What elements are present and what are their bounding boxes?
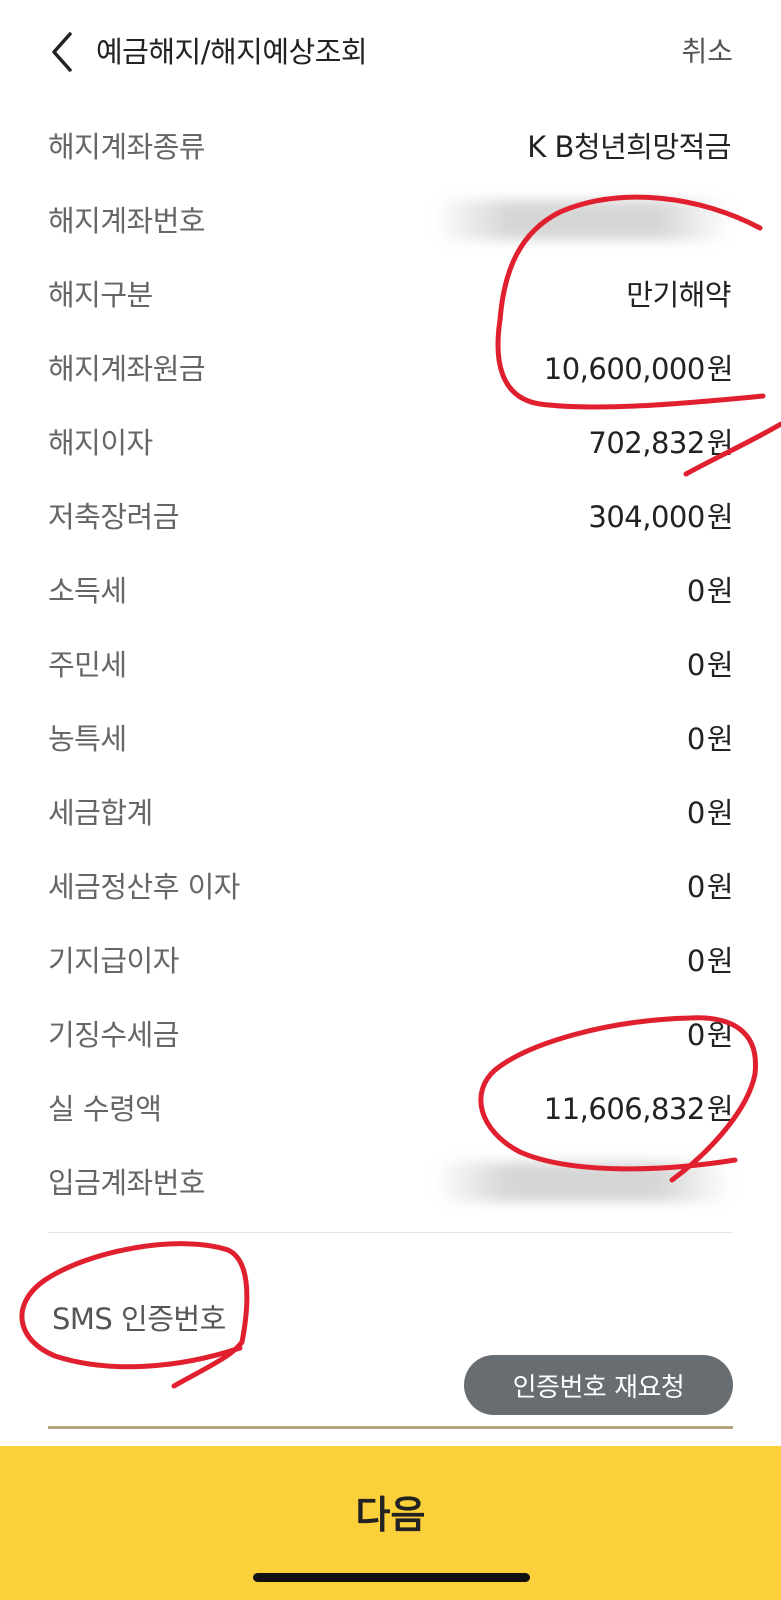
row-resident-tax: 주민세 0원 [48,626,734,700]
row-value: 0원 [686,944,734,978]
row-account-number: 해지계좌번호 [48,182,733,256]
row-value: 304,000원 [588,500,733,534]
row-withheld-tax: 기징수세금 0원 [48,996,734,1070]
home-indicator [253,1573,530,1582]
cancel-button[interactable]: 취소 [681,28,733,76]
row-label: 해지구분 [48,278,153,312]
row-label: 해지계좌원금 [48,352,206,386]
sms-code-label: SMS 인증번호 [52,1302,226,1336]
next-button-label: 다음 [355,1493,426,1537]
row-tax-total: 세금합계 0원 [48,774,734,848]
row-label: 해지계좌번호 [48,204,206,238]
page-title: 예금해지/해지예상조회 [96,35,368,69]
row-label: 농특세 [48,722,127,756]
row-value: K B청년희망적금 [527,130,731,164]
row-label: 소득세 [48,574,127,608]
row-value: 0원 [686,796,734,830]
redacted-value [433,200,733,240]
row-label: 주민세 [48,648,127,682]
row-label: 기징수세금 [48,1018,179,1052]
row-principal: 해지계좌원금 10,600,000원 [48,330,734,404]
row-label: 저축장려금 [48,500,179,534]
row-after-tax-interest: 세금정산후 이자 0원 [48,848,734,922]
divider [48,1232,733,1233]
row-income-tax: 소득세 0원 [48,552,734,626]
row-value: 0원 [686,722,734,756]
row-label: 입금계좌번호 [48,1166,206,1200]
row-label: 기지급이자 [48,944,179,978]
chevron-left-icon [52,32,72,72]
row-value: 10,600,000원 [543,352,734,386]
row-value: 0원 [686,648,734,682]
row-value: 702,832원 [588,426,733,460]
resend-code-button[interactable]: 인증번호 재요청 [464,1355,733,1415]
row-label: 해지이자 [48,426,153,460]
redacted-value [433,1162,733,1202]
row-termination-type: 해지구분 만기해약 [48,256,733,330]
row-net-amount: 실 수령액 11,606,832원 [48,1070,734,1144]
row-account-type: 해지계좌종류 K B청년희망적금 [48,108,733,182]
detail-list: 해지계좌종류 K B청년희망적금 해지계좌번호 해지구분 만기해약 해지계좌원금… [48,108,734,1218]
row-label: 세금합계 [48,796,153,830]
row-label: 해지계좌종류 [48,130,206,164]
sms-input-underline[interactable] [48,1426,733,1429]
row-label: 실 수령액 [48,1092,162,1126]
row-value: 만기해약 [626,278,731,312]
row-value: 0원 [686,1018,734,1052]
header: 예금해지/해지예상조회 취소 [0,0,781,104]
row-value: 11,606,832원 [543,1092,734,1126]
row-value: 0원 [686,574,734,608]
row-deposit-account: 입금계좌번호 [48,1144,733,1218]
row-paid-interest: 기지급이자 0원 [48,922,734,996]
row-rural-tax: 농특세 0원 [48,700,734,774]
row-interest: 해지이자 702,832원 [48,404,734,478]
back-button[interactable] [44,28,84,76]
row-value: 0원 [686,870,734,904]
row-savings-bonus: 저축장려금 304,000원 [48,478,734,552]
row-label: 세금정산후 이자 [48,870,240,904]
